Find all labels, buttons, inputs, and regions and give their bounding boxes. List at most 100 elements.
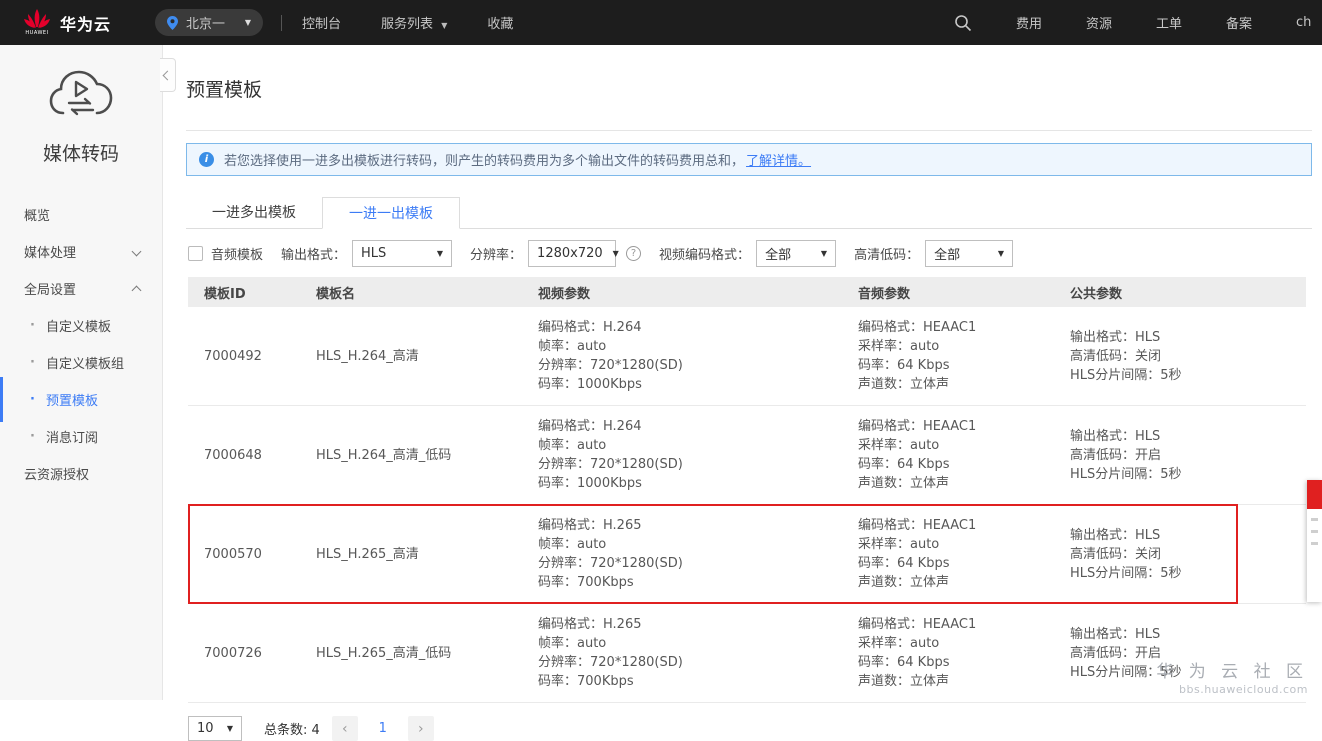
audio-template-checkbox[interactable] — [188, 246, 203, 261]
nav-billing[interactable]: 费用 — [1016, 13, 1042, 32]
video-param-line: 分辨率：720*1280(SD) — [538, 653, 842, 672]
search-icon — [954, 14, 972, 32]
table-row-highlighted[interactable]: 7000570 HLS_H.265_高清 编码格式：H.265 帧率：auto … — [188, 505, 1306, 604]
audio-param-line: 编码格式：HEAAC1 — [858, 615, 1054, 634]
sidebar-item-preset-template-label: 预置模板 — [46, 390, 98, 409]
feedback-widget[interactable] — [1307, 480, 1322, 602]
learn-more-link[interactable]: 了解详情。 — [746, 150, 811, 169]
help-icon[interactable]: ? — [626, 246, 641, 261]
table-row[interactable]: 7000648 HLS_H.264_高清_低码 编码格式：H.264 帧率：au… — [188, 406, 1306, 505]
region-caret-icon: ▼ — [245, 18, 251, 27]
common-param-line: 高清低码：开启 — [1070, 446, 1306, 465]
video-param-line: 码率：1000Kbps — [538, 375, 842, 394]
common-param-line: 输出格式：HLS — [1070, 328, 1306, 347]
sidebar-item-global-settings-label: 全局设置 — [24, 279, 76, 298]
search-button[interactable] — [954, 14, 972, 32]
next-page-button[interactable]: › — [408, 716, 434, 741]
bullet-icon: · — [30, 392, 35, 407]
table-row[interactable]: 7000726 HLS_H.265_高清_低码 编码格式：H.265 帧率：au… — [188, 604, 1306, 703]
nav-service-list[interactable]: 服务列表 ▼ — [381, 13, 447, 32]
cell-video-params: 编码格式：H.265 帧率：auto 分辨率：720*1280(SD) 码率：7… — [522, 615, 842, 691]
video-codec-select[interactable]: 全部 ▼ — [756, 240, 836, 267]
user-menu[interactable]: ch — [1296, 15, 1322, 30]
resolution-label: 分辨率： — [470, 244, 522, 263]
tab-one-in-one-out[interactable]: 一进一出模板 — [322, 197, 460, 229]
nav-console[interactable]: 控制台 — [302, 13, 341, 32]
topbar-divider — [281, 15, 282, 31]
video-codec-label: 视频编码格式： — [659, 244, 750, 263]
audio-param-line: 编码格式：HEAAC1 — [858, 318, 1054, 337]
common-param-line: 输出格式：HLS — [1070, 526, 1306, 545]
sidebar-item-custom-template-group[interactable]: · 自定义模板组 — [0, 344, 162, 381]
hd-low-bitrate-select[interactable]: 全部 ▼ — [925, 240, 1013, 267]
sidebar-item-custom-template-group-label: 自定义模板组 — [46, 353, 124, 372]
table-header: 模板ID 模板名 视频参数 音频参数 公共参数 — [188, 277, 1306, 307]
cell-audio-params: 编码格式：HEAAC1 采样率：auto 码率：64 Kbps 声道数：立体声 — [842, 318, 1054, 394]
sidebar-item-custom-template[interactable]: · 自定义模板 — [0, 307, 162, 344]
sidebar: 媒体转码 概览 媒体处理 全局设置 · 自定义模板 · 自定义模板组 · 预置模… — [0, 45, 163, 700]
select-caret-icon: ▼ — [821, 249, 827, 258]
nav-resources[interactable]: 资源 — [1086, 13, 1112, 32]
common-param-line: HLS分片间隔：5秒 — [1070, 564, 1306, 583]
nav-service-list-label: 服务列表 — [381, 17, 433, 32]
hd-low-bitrate-label: 高清低码： — [854, 244, 919, 263]
sidebar-item-preset-template[interactable]: · 预置模板 — [0, 381, 162, 418]
sidebar-collapse-button[interactable] — [160, 58, 176, 92]
cell-template-id: 7000492 — [188, 318, 300, 394]
tab-one-in-multi-out[interactable]: 一进多出模板 — [186, 196, 322, 228]
page-title: 预置模板 — [186, 75, 1322, 102]
cell-video-params: 编码格式：H.264 帧率：auto 分辨率：720*1280(SD) 码率：1… — [522, 318, 842, 394]
chevron-left-icon — [163, 70, 173, 80]
sidebar-item-global-settings[interactable]: 全局设置 — [0, 270, 162, 307]
page-size-select[interactable]: 10 ▼ — [188, 716, 242, 741]
resolution-select[interactable]: 1280x720 ▼ — [528, 240, 616, 267]
video-param-line: 帧率：auto — [538, 535, 842, 554]
select-caret-icon: ▼ — [998, 249, 1004, 258]
table-row[interactable]: 7000492 HLS_H.264_高清 编码格式：H.264 帧率：auto … — [188, 307, 1306, 406]
resolution-value: 1280x720 — [537, 246, 603, 261]
service-list-caret-icon: ▼ — [441, 21, 447, 30]
select-caret-icon: ▼ — [437, 249, 443, 258]
brand-name[interactable]: 华为云 — [60, 11, 111, 35]
page-size-value: 10 — [197, 721, 214, 736]
output-format-select[interactable]: HLS ▼ — [352, 240, 452, 267]
audio-param-line: 采样率：auto — [858, 634, 1054, 653]
sidebar-item-message-subscription[interactable]: · 消息订阅 — [0, 418, 162, 455]
common-param-line: HLS分片间隔：5秒 — [1070, 366, 1306, 385]
video-param-line: 码率：1000Kbps — [538, 474, 842, 493]
nav-tickets[interactable]: 工单 — [1156, 13, 1182, 32]
bullet-icon: · — [30, 318, 35, 333]
huawei-logo[interactable]: HUAWEI — [24, 9, 50, 36]
feedback-widget-text-fragment — [1311, 518, 1318, 521]
sidebar-item-overview[interactable]: 概览 — [0, 196, 162, 233]
chevron-up-icon — [132, 286, 142, 296]
cell-template-name: HLS_H.265_高清 — [300, 516, 522, 592]
video-codec-value: 全部 — [765, 244, 791, 263]
video-param-line: 帧率：auto — [538, 337, 842, 356]
region-selector[interactable]: 北京一 ▼ — [155, 9, 263, 36]
pagination: 10 ▼ 总条数: 4 ‹ 1 › — [188, 716, 1322, 741]
chevron-down-icon — [132, 247, 142, 257]
audio-param-line: 码率：64 Kbps — [858, 356, 1054, 375]
col-header-audio-params: 音频参数 — [842, 283, 1054, 302]
filter-bar: 音频模板 输出格式： HLS ▼ 分辨率： 1280x720 ▼ ? 视频编码格… — [188, 240, 1312, 267]
nav-beian[interactable]: 备案 — [1226, 13, 1252, 32]
location-pin-icon — [167, 16, 178, 30]
watermark-url: bbs.huaweicloud.com — [1156, 683, 1308, 696]
sidebar-item-overview-label: 概览 — [24, 205, 50, 224]
audio-param-line: 声道数：立体声 — [858, 672, 1054, 691]
video-param-line: 码率：700Kbps — [538, 573, 842, 592]
hd-low-bitrate-value: 全部 — [934, 244, 960, 263]
sidebar-item-media-processing[interactable]: 媒体处理 — [0, 233, 162, 270]
sidebar-item-custom-template-label: 自定义模板 — [46, 316, 111, 335]
audio-param-line: 码率：64 Kbps — [858, 455, 1054, 474]
service-title: 媒体转码 — [0, 139, 162, 166]
sidebar-item-cloud-resource-auth[interactable]: 云资源授权 — [0, 455, 162, 492]
current-page-button[interactable]: 1 — [370, 716, 396, 741]
info-icon: i — [199, 152, 214, 167]
prev-page-button[interactable]: ‹ — [332, 716, 358, 741]
feedback-widget-text-fragment — [1311, 542, 1318, 545]
audio-param-line: 声道数：立体声 — [858, 474, 1054, 493]
output-format-value: HLS — [361, 246, 386, 261]
nav-favorites[interactable]: 收藏 — [487, 13, 513, 32]
